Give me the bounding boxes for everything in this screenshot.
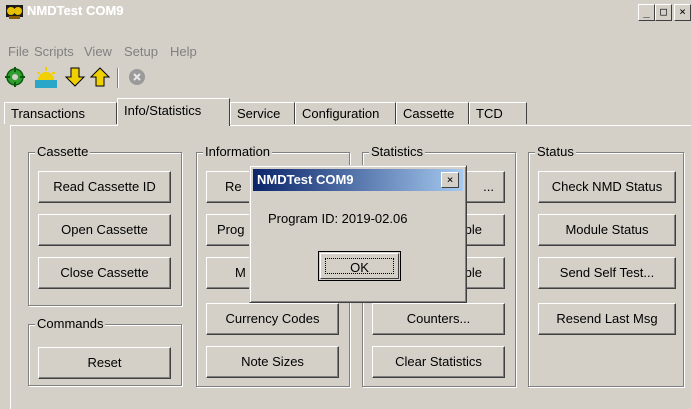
maximize-button[interactable]: □ <box>655 4 672 21</box>
dialog-title-bar: NMDTest COM9 × <box>253 169 463 191</box>
ok-button-label: OK <box>325 258 394 275</box>
minimize-button[interactable]: _ <box>638 4 655 21</box>
ok-button[interactable]: OK <box>318 251 401 281</box>
ok-button-face: OK <box>320 253 399 279</box>
menu-scripts[interactable]: Scripts <box>34 44 74 59</box>
menu-file[interactable]: File <box>8 44 29 59</box>
sunrise-icon[interactable] <box>35 66 57 88</box>
menu-setup[interactable]: Setup <box>124 44 158 59</box>
download-arrow-icon[interactable] <box>64 66 86 88</box>
tab-info-statistics[interactable]: Info/Statistics <box>117 98 230 126</box>
tab-strip: Transactions Info/Statistics Service Con… <box>0 98 691 126</box>
menu-help[interactable]: Help <box>170 44 197 59</box>
cassette-group-label: Cassette <box>35 144 91 160</box>
toolbar <box>0 62 691 90</box>
cassette-group: Cassette Read Cassette ID Open Cassette … <box>28 144 182 306</box>
resend-last-msg-button[interactable]: Resend Last Msg <box>538 303 676 335</box>
status-group: Status Check NMD Status Module Status Se… <box>528 144 684 387</box>
dialog-message: Program ID: 2019-02.06 <box>268 211 408 226</box>
reset-button[interactable]: Reset <box>38 347 171 379</box>
clear-statistics-button[interactable]: Clear Statistics <box>372 346 505 378</box>
counters-button[interactable]: Counters... <box>372 303 505 335</box>
window-title: NMDTest COM9 <box>27 3 124 18</box>
open-cassette-button[interactable]: Open Cassette <box>38 214 171 246</box>
connect-icon[interactable] <box>4 66 26 88</box>
currency-codes-button[interactable]: Currency Codes <box>206 303 339 335</box>
module-status-button[interactable]: Module Status <box>538 214 676 246</box>
read-cassette-id-button[interactable]: Read Cassette ID <box>38 171 171 203</box>
statistics-group-label: Statistics <box>369 144 426 160</box>
check-nmd-status-button[interactable]: Check NMD Status <box>538 171 676 203</box>
toolbar-separator <box>117 68 119 88</box>
menu-view[interactable]: View <box>84 44 112 59</box>
send-self-test-button[interactable]: Send Self Test... <box>538 257 676 289</box>
program-id-dialog: NMDTest COM9 × Program ID: 2019-02.06 OK <box>249 165 467 303</box>
tab-configuration[interactable]: Configuration <box>295 102 396 124</box>
tab-cassette[interactable]: Cassette <box>396 102 469 124</box>
close-button[interactable]: × <box>674 4 691 21</box>
status-group-label: Status <box>535 144 576 160</box>
commands-group: Commands Reset <box>28 316 182 386</box>
information-group-label: Information <box>203 144 273 160</box>
note-sizes-button[interactable]: Note Sizes <box>206 346 339 378</box>
stop-icon[interactable] <box>128 68 146 86</box>
tab-tcd[interactable]: TCD <box>469 102 527 124</box>
title-bar: NMDTest COM9 _ □ × <box>2 0 691 24</box>
dialog-close-button[interactable]: × <box>441 172 459 188</box>
main-window: NMDTest COM9 _ □ × File Scripts View Set… <box>0 0 691 409</box>
tab-transactions[interactable]: Transactions <box>4 102 117 124</box>
upload-arrow-icon[interactable] <box>89 66 111 88</box>
tab-service[interactable]: Service <box>230 102 295 124</box>
close-cassette-button[interactable]: Close Cassette <box>38 257 171 289</box>
commands-group-label: Commands <box>35 316 106 332</box>
dialog-title: NMDTest COM9 <box>257 172 354 187</box>
app-icon <box>6 5 23 19</box>
